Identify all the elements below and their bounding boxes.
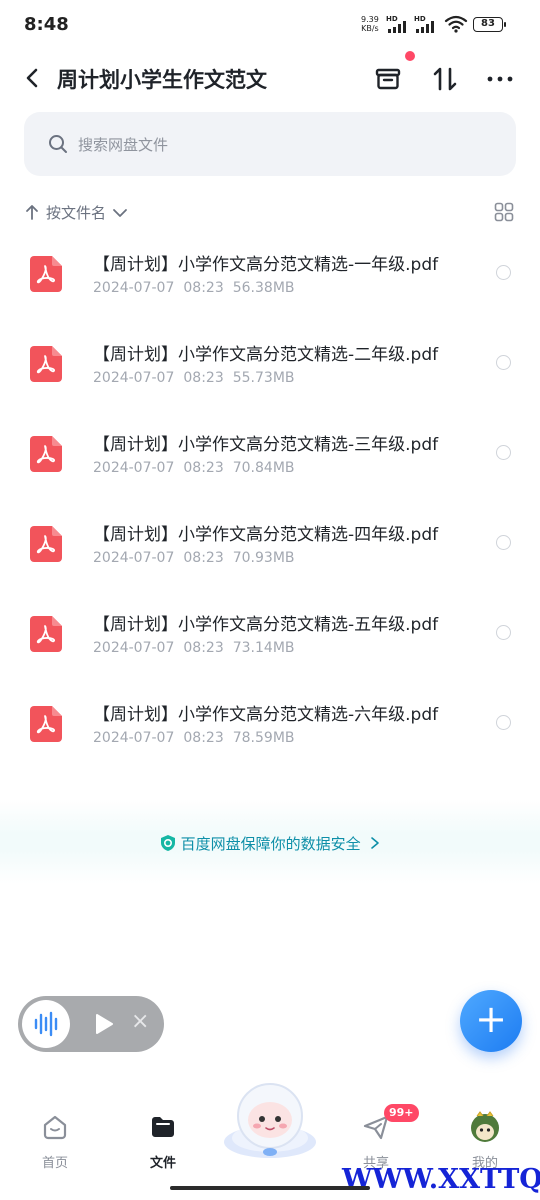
file-time: 08:23 [183, 280, 224, 296]
battery-indicator: 83 [473, 17, 506, 32]
watermark: WWW.XXTTQ.COM [342, 1164, 540, 1195]
file-size: 70.84MB [232, 460, 295, 476]
file-name: 【周计划】小学作文高分范文精选-三年级.pdf [93, 435, 439, 455]
user-avatar-icon [471, 1111, 499, 1142]
select-radio[interactable] [496, 625, 511, 640]
status-time: 8:48 [24, 14, 69, 35]
back-icon[interactable] [20, 64, 46, 92]
file-time: 08:23 [183, 730, 224, 746]
search-input[interactable]: 搜索网盘文件 [24, 112, 516, 176]
header: 周计划小学生作文范文 [0, 56, 540, 102]
net-speed-value: 9.39 [361, 15, 379, 24]
file-meta: 2024-07-07 08:23 78.59MB [93, 730, 304, 746]
file-date: 2024-07-07 [93, 730, 175, 746]
file-row[interactable]: 【周计划】小学作文高分范文精选-一年级.pdf 2024-07-07 08:23 5… [0, 238, 540, 328]
net-speed-unit: KB/s [361, 24, 379, 33]
chevron-down-icon[interactable] [112, 207, 128, 219]
home-indicator [170, 1186, 370, 1190]
select-radio[interactable] [496, 355, 511, 370]
sort-row: 按文件名 [24, 198, 516, 226]
audio-wave-icon [34, 1011, 58, 1037]
file-size: 78.59MB [232, 730, 295, 746]
chevron-right-icon [371, 837, 380, 849]
screen: 8:48 9.39 KB/s HD HD 83 周计划小学生作文范文 搜索网盘文… [0, 0, 540, 1200]
pdf-file-icon [30, 616, 62, 652]
security-note-link[interactable]: 百度网盘保障你的数据安全 [0, 833, 540, 854]
shield-icon [160, 835, 175, 851]
pdf-file-icon [30, 526, 62, 562]
arrow-up-icon [26, 205, 38, 220]
file-meta: 2024-07-07 08:23 70.93MB [93, 550, 304, 566]
file-meta: 2024-07-07 08:23 70.84MB [93, 460, 304, 476]
grid-view-icon[interactable] [494, 202, 514, 222]
select-radio[interactable] [496, 535, 511, 550]
file-meta: 2024-07-07 08:23 56.38MB [93, 280, 304, 296]
select-radio[interactable] [496, 445, 511, 460]
file-size: 56.38MB [232, 280, 295, 296]
file-time: 08:23 [183, 550, 224, 566]
nav-files[interactable]: 文件 [123, 1110, 203, 1171]
wifi-icon [444, 15, 468, 33]
file-name: 【周计划】小学作文高分范文精选-六年级.pdf [93, 705, 439, 725]
file-date: 2024-07-07 [93, 460, 175, 476]
page-title: 周计划小学生作文范文 [57, 68, 267, 92]
file-row[interactable]: 【周计划】小学作文高分范文精选-三年级.pdf 2024-07-07 08:23 7… [0, 418, 540, 508]
file-time: 08:23 [183, 640, 224, 656]
file-meta: 2024-07-07 08:23 73.14MB [93, 640, 304, 656]
sort-icon[interactable] [430, 64, 460, 94]
floating-player[interactable]: × [18, 996, 164, 1052]
search-icon [49, 135, 67, 153]
nav-home-label: 首页 [41, 1156, 68, 1171]
file-date: 2024-07-07 [93, 640, 175, 656]
pdf-file-icon [30, 706, 62, 742]
file-size: 73.14MB [232, 640, 295, 656]
sort-by-name-button[interactable]: 按文件名 [46, 202, 106, 223]
play-icon[interactable] [94, 1013, 114, 1035]
file-row[interactable]: 【周计划】小学作文高分范文精选-六年级.pdf 2024-07-07 08:23 7… [0, 688, 540, 778]
add-icon: + [475, 997, 507, 1041]
home-icon [43, 1115, 67, 1140]
file-date: 2024-07-07 [93, 280, 175, 296]
nav-mine[interactable]: 我的 [445, 1110, 525, 1171]
file-name: 【周计划】小学作文高分范文精选-一年级.pdf [93, 255, 439, 275]
select-radio[interactable] [496, 265, 511, 280]
net-speed: 9.39 KB/s [361, 15, 379, 33]
file-time: 08:23 [183, 460, 224, 476]
file-row[interactable]: 【周计划】小学作文高分范文精选-二年级.pdf 2024-07-07 08:23 5… [0, 328, 540, 418]
folder-icon [152, 1117, 174, 1137]
player-close-button[interactable]: × [131, 1010, 149, 1034]
file-row[interactable]: 【周计划】小学作文高分范文精选-四年级.pdf 2024-07-07 08:23 7… [0, 508, 540, 598]
pdf-file-icon [30, 256, 62, 292]
file-name: 【周计划】小学作文高分范文精选-四年级.pdf [93, 525, 439, 545]
file-date: 2024-07-07 [93, 550, 175, 566]
notification-dot [405, 51, 415, 61]
file-name: 【周计划】小学作文高分范文精选-五年级.pdf [93, 615, 439, 635]
pdf-file-icon [30, 346, 62, 382]
search-placeholder: 搜索网盘文件 [78, 136, 169, 154]
file-size: 55.73MB [232, 370, 295, 386]
player-wave-button[interactable] [22, 1000, 70, 1048]
share-badge: 99+ [384, 1104, 419, 1122]
security-note-text: 百度网盘保障你的数据安全 [180, 835, 361, 853]
file-meta: 2024-07-07 08:23 55.73MB [93, 370, 304, 386]
pdf-file-icon [30, 436, 62, 472]
nav-home[interactable]: 首页 [15, 1110, 95, 1171]
select-radio[interactable] [496, 715, 511, 730]
add-button[interactable]: + [460, 990, 522, 1052]
more-icon[interactable] [485, 64, 515, 94]
file-row[interactable]: 【周计划】小学作文高分范文精选-五年级.pdf 2024-07-07 08:23 7… [0, 598, 540, 688]
file-date: 2024-07-07 [93, 370, 175, 386]
nav-files-label: 文件 [149, 1156, 176, 1171]
file-time: 08:23 [183, 370, 224, 386]
file-size: 70.93MB [232, 550, 295, 566]
status-bar: 8:48 9.39 KB/s HD HD 83 [0, 0, 540, 48]
archive-icon[interactable] [373, 64, 403, 94]
file-name: 【周计划】小学作文高分范文精选-二年级.pdf [93, 345, 439, 365]
mascot-button[interactable] [220, 1078, 320, 1162]
